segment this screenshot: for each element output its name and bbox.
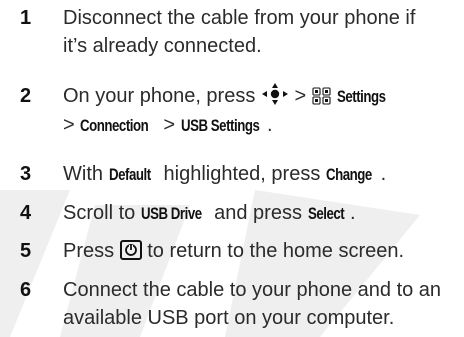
step-text: With [63, 163, 103, 185]
step-number: 5 [20, 240, 32, 262]
step-text-line: Disconnect the cable from your phone if [63, 7, 416, 29]
period: . [380, 163, 387, 185]
step-text: On your phone, press [63, 85, 256, 107]
step-text: Press [63, 240, 115, 262]
step-number: 3 [20, 163, 32, 185]
step-text: Connect the cable to your phone and to a… [63, 276, 458, 332]
default-option-label: Default [108, 165, 151, 184]
step-text-line: On your phone, press > Settings [63, 82, 458, 111]
change-softkey-label: Change [325, 165, 372, 184]
step-text: highlighted, press [163, 163, 321, 185]
step-number: 4 [20, 202, 32, 224]
menu-separator: > [63, 114, 75, 136]
select-softkey-label: Select [307, 204, 345, 223]
step-text-line: > Connection > USB Settings. [63, 111, 458, 140]
period: . [267, 114, 273, 136]
step-text: Press to return to the home screen. [63, 237, 458, 265]
navigation-key-icon [261, 83, 289, 105]
instruction-steps: 1 Disconnect the cable from your phone i… [0, 0, 464, 337]
step-text: Scroll to [63, 202, 136, 224]
step-number: 6 [20, 279, 32, 301]
step-text: Scroll to USB Drive and press Select. [63, 199, 458, 228]
period: . [350, 202, 356, 224]
step-text-line: available USB port on your computer. [63, 307, 395, 329]
step-text-line: it’s already connected. [63, 35, 262, 57]
step-text: With Default highlighted, press Change. [63, 160, 458, 189]
step-number: 1 [20, 7, 32, 29]
step-text: and press [214, 202, 302, 224]
usb-drive-option-label: USB Drive [140, 204, 202, 223]
settings-icon [312, 87, 332, 105]
step-text: to return to the home screen. [147, 240, 405, 262]
menu-separator: > [294, 85, 307, 107]
home-key-icon [119, 240, 142, 260]
step-number: 2 [20, 85, 32, 107]
connection-menu-label: Connection [80, 116, 149, 135]
step-text: Disconnect the cable from your phone if … [63, 4, 458, 60]
usb-settings-menu-label: USB Settings [180, 116, 260, 135]
step-text: On your phone, press > Settings > Connec… [63, 82, 458, 140]
step-text-line: Connect the cable to your phone and to a… [63, 279, 442, 301]
settings-menu-label: Settings [337, 87, 386, 106]
menu-separator: > [163, 114, 175, 136]
